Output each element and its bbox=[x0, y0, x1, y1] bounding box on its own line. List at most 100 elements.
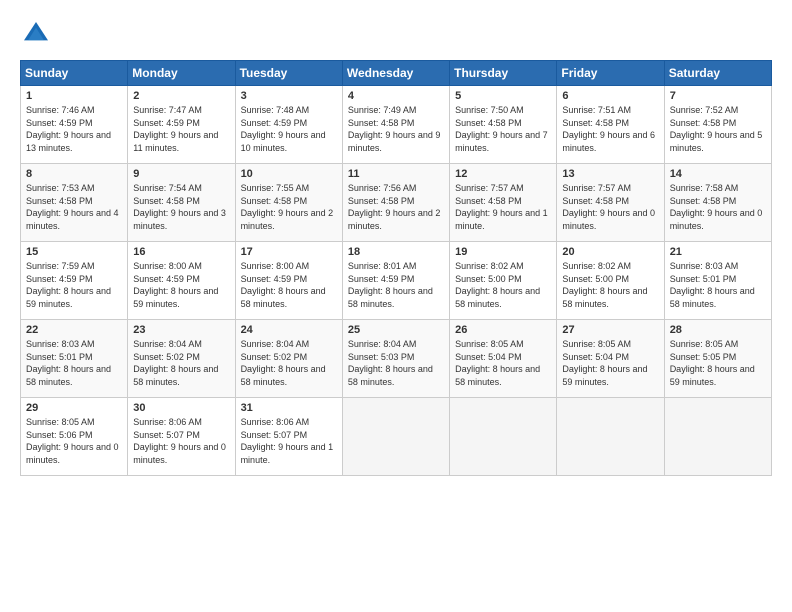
calendar-cell: 13 Sunrise: 7:57 AMSunset: 4:58 PMDayligh… bbox=[557, 164, 664, 242]
day-number: 29 bbox=[26, 402, 122, 414]
calendar-cell bbox=[450, 398, 557, 476]
day-number: 27 bbox=[562, 324, 658, 336]
day-number: 11 bbox=[348, 168, 444, 180]
calendar-header-thursday: Thursday bbox=[450, 61, 557, 86]
calendar-cell bbox=[664, 398, 771, 476]
header bbox=[20, 18, 772, 50]
day-info: Sunrise: 8:05 AMSunset: 5:05 PMDaylight:… bbox=[670, 338, 766, 388]
day-number: 16 bbox=[133, 246, 229, 258]
day-number: 28 bbox=[670, 324, 766, 336]
day-info: Sunrise: 8:06 AMSunset: 5:07 PMDaylight:… bbox=[241, 416, 337, 466]
day-number: 15 bbox=[26, 246, 122, 258]
calendar-table: SundayMondayTuesdayWednesdayThursdayFrid… bbox=[20, 60, 772, 476]
day-info: Sunrise: 8:02 AMSunset: 5:00 PMDaylight:… bbox=[455, 260, 551, 310]
day-info: Sunrise: 8:06 AMSunset: 5:07 PMDaylight:… bbox=[133, 416, 229, 466]
day-info: Sunrise: 8:03 AMSunset: 5:01 PMDaylight:… bbox=[670, 260, 766, 310]
day-number: 8 bbox=[26, 168, 122, 180]
day-number: 19 bbox=[455, 246, 551, 258]
calendar-cell: 7 Sunrise: 7:52 AMSunset: 4:58 PMDaylight… bbox=[664, 86, 771, 164]
logo-icon bbox=[20, 18, 52, 50]
day-number: 26 bbox=[455, 324, 551, 336]
calendar-header-saturday: Saturday bbox=[664, 61, 771, 86]
day-info: Sunrise: 7:58 AMSunset: 4:58 PMDaylight:… bbox=[670, 182, 766, 232]
calendar-cell: 10 Sunrise: 7:55 AMSunset: 4:58 PMDayligh… bbox=[235, 164, 342, 242]
day-number: 22 bbox=[26, 324, 122, 336]
calendar-cell: 30 Sunrise: 8:06 AMSunset: 5:07 PMDayligh… bbox=[128, 398, 235, 476]
calendar-cell: 16 Sunrise: 8:00 AMSunset: 4:59 PMDayligh… bbox=[128, 242, 235, 320]
day-info: Sunrise: 8:00 AMSunset: 4:59 PMDaylight:… bbox=[133, 260, 229, 310]
calendar-cell: 4 Sunrise: 7:49 AMSunset: 4:58 PMDaylight… bbox=[342, 86, 449, 164]
calendar-cell: 24Sunrise: 8:04 AMSunset: 5:02 PMDayligh… bbox=[235, 320, 342, 398]
calendar-cell: 3Sunrise: 7:48 AMSunset: 4:59 PMDaylight… bbox=[235, 86, 342, 164]
day-info: Sunrise: 7:55 AMSunset: 4:58 PMDaylight:… bbox=[241, 182, 337, 232]
calendar-cell: 5 Sunrise: 7:50 AMSunset: 4:58 PMDaylight… bbox=[450, 86, 557, 164]
calendar-cell bbox=[342, 398, 449, 476]
day-info: Sunrise: 7:49 AMSunset: 4:58 PMDaylight:… bbox=[348, 104, 444, 154]
day-number: 1 bbox=[26, 90, 122, 102]
day-number: 5 bbox=[455, 90, 551, 102]
day-info: Sunrise: 7:51 AMSunset: 4:58 PMDaylight:… bbox=[562, 104, 658, 154]
day-number: 30 bbox=[133, 402, 229, 414]
day-number: 24 bbox=[241, 324, 337, 336]
day-info: Sunrise: 7:59 AMSunset: 4:59 PMDaylight:… bbox=[26, 260, 122, 310]
day-info: Sunrise: 7:56 AMSunset: 4:58 PMDaylight:… bbox=[348, 182, 444, 232]
calendar-cell: 25 Sunrise: 8:04 AMSunset: 5:03 PMDayligh… bbox=[342, 320, 449, 398]
calendar-week-row: 29 Sunrise: 8:05 AMSunset: 5:06 PMDayligh… bbox=[21, 398, 772, 476]
day-number: 9 bbox=[133, 168, 229, 180]
calendar-cell: 31Sunrise: 8:06 AMSunset: 5:07 PMDayligh… bbox=[235, 398, 342, 476]
calendar-cell: 22 Sunrise: 8:03 AMSunset: 5:01 PMDayligh… bbox=[21, 320, 128, 398]
day-info: Sunrise: 8:05 AMSunset: 5:04 PMDaylight:… bbox=[562, 338, 658, 388]
day-info: Sunrise: 8:05 AMSunset: 5:04 PMDaylight:… bbox=[455, 338, 551, 388]
calendar-cell: 28 Sunrise: 8:05 AMSunset: 5:05 PMDayligh… bbox=[664, 320, 771, 398]
day-number: 6 bbox=[562, 90, 658, 102]
calendar-cell: 11 Sunrise: 7:56 AMSunset: 4:58 PMDayligh… bbox=[342, 164, 449, 242]
day-info: Sunrise: 7:47 AMSunset: 4:59 PMDaylight:… bbox=[133, 104, 229, 154]
day-info: Sunrise: 7:57 AMSunset: 4:58 PMDaylight:… bbox=[562, 182, 658, 232]
day-number: 12 bbox=[455, 168, 551, 180]
day-info: Sunrise: 8:00 AMSunset: 4:59 PMDaylight:… bbox=[241, 260, 337, 310]
calendar-cell: 19 Sunrise: 8:02 AMSunset: 5:00 PMDayligh… bbox=[450, 242, 557, 320]
day-info: Sunrise: 8:04 AMSunset: 5:03 PMDaylight:… bbox=[348, 338, 444, 388]
day-number: 10 bbox=[241, 168, 337, 180]
day-number: 14 bbox=[670, 168, 766, 180]
calendar-header-tuesday: Tuesday bbox=[235, 61, 342, 86]
day-number: 2 bbox=[133, 90, 229, 102]
calendar-cell: 15 Sunrise: 7:59 AMSunset: 4:59 PMDayligh… bbox=[21, 242, 128, 320]
calendar-cell: 2 Sunrise: 7:47 AMSunset: 4:59 PMDaylight… bbox=[128, 86, 235, 164]
calendar-cell: 6 Sunrise: 7:51 AMSunset: 4:58 PMDaylight… bbox=[557, 86, 664, 164]
day-number: 3 bbox=[241, 90, 337, 102]
day-info: Sunrise: 8:03 AMSunset: 5:01 PMDaylight:… bbox=[26, 338, 122, 388]
calendar-week-row: 8Sunrise: 7:53 AMSunset: 4:58 PMDaylight… bbox=[21, 164, 772, 242]
day-info: Sunrise: 8:05 AMSunset: 5:06 PMDaylight:… bbox=[26, 416, 122, 466]
day-number: 25 bbox=[348, 324, 444, 336]
day-info: Sunrise: 8:02 AMSunset: 5:00 PMDaylight:… bbox=[562, 260, 658, 310]
calendar-week-row: 1 Sunrise: 7:46 AMSunset: 4:59 PMDaylight… bbox=[21, 86, 772, 164]
day-number: 17 bbox=[241, 246, 337, 258]
calendar-cell: 18Sunrise: 8:01 AMSunset: 4:59 PMDayligh… bbox=[342, 242, 449, 320]
calendar-cell: 9 Sunrise: 7:54 AMSunset: 4:58 PMDaylight… bbox=[128, 164, 235, 242]
day-number: 13 bbox=[562, 168, 658, 180]
day-number: 21 bbox=[670, 246, 766, 258]
calendar-cell: 26 Sunrise: 8:05 AMSunset: 5:04 PMDayligh… bbox=[450, 320, 557, 398]
day-info: Sunrise: 7:46 AMSunset: 4:59 PMDaylight:… bbox=[26, 104, 122, 154]
calendar-cell: 23Sunrise: 8:04 AMSunset: 5:02 PMDayligh… bbox=[128, 320, 235, 398]
day-info: Sunrise: 8:01 AMSunset: 4:59 PMDaylight:… bbox=[348, 260, 444, 310]
calendar-cell: 29 Sunrise: 8:05 AMSunset: 5:06 PMDayligh… bbox=[21, 398, 128, 476]
day-info: Sunrise: 7:54 AMSunset: 4:58 PMDaylight:… bbox=[133, 182, 229, 232]
calendar-cell: 8Sunrise: 7:53 AMSunset: 4:58 PMDaylight… bbox=[21, 164, 128, 242]
day-number: 20 bbox=[562, 246, 658, 258]
calendar-header-friday: Friday bbox=[557, 61, 664, 86]
calendar-header-sunday: Sunday bbox=[21, 61, 128, 86]
calendar-header-row: SundayMondayTuesdayWednesdayThursdayFrid… bbox=[21, 61, 772, 86]
calendar-header-wednesday: Wednesday bbox=[342, 61, 449, 86]
day-info: Sunrise: 7:52 AMSunset: 4:58 PMDaylight:… bbox=[670, 104, 766, 154]
day-number: 4 bbox=[348, 90, 444, 102]
calendar-cell: 27 Sunrise: 8:05 AMSunset: 5:04 PMDayligh… bbox=[557, 320, 664, 398]
calendar-week-row: 22 Sunrise: 8:03 AMSunset: 5:01 PMDayligh… bbox=[21, 320, 772, 398]
calendar-cell: 21 Sunrise: 8:03 AMSunset: 5:01 PMDayligh… bbox=[664, 242, 771, 320]
calendar-cell bbox=[557, 398, 664, 476]
day-info: Sunrise: 7:50 AMSunset: 4:58 PMDaylight:… bbox=[455, 104, 551, 154]
day-number: 23 bbox=[133, 324, 229, 336]
day-number: 7 bbox=[670, 90, 766, 102]
calendar-week-row: 15 Sunrise: 7:59 AMSunset: 4:59 PMDayligh… bbox=[21, 242, 772, 320]
